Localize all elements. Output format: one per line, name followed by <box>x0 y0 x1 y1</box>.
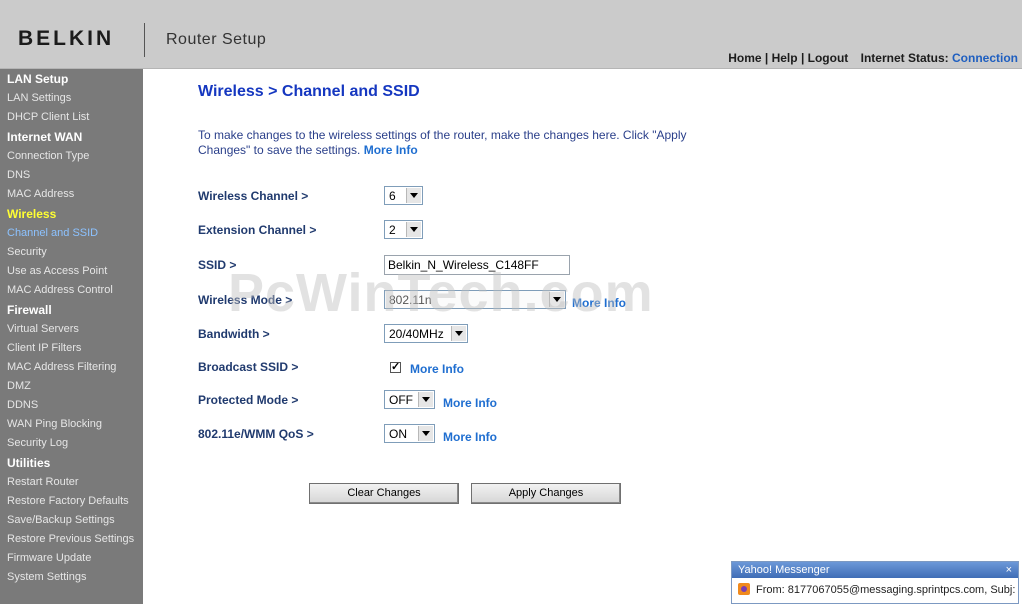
header-bar: BELKIN Router Setup Home | Help | Logout… <box>0 0 1022 69</box>
wireless-mode-label: Wireless Mode > <box>198 293 293 307</box>
wireless-mode-select[interactable]: 802.11n <box>384 290 566 309</box>
extension-channel-select[interactable]: 2 <box>384 220 423 239</box>
messenger-icon <box>738 583 750 595</box>
wireless-channel-select[interactable]: 6 <box>384 186 423 205</box>
sidebar-item-use-as-access-point[interactable]: Use as Access Point <box>7 265 107 277</box>
sidebar-item-restore-factory-defaults[interactable]: Restore Factory Defaults <box>7 495 129 507</box>
top-nav: Home | Help | Logout Internet Status: Co… <box>728 51 1018 65</box>
broadcast-ssid-checkbox[interactable] <box>390 360 401 373</box>
notification-message[interactable]: From: 8177067055@messaging.sprintpcs.com… <box>738 583 1015 596</box>
sidebar-section-lan-setup[interactable]: LAN Setup <box>7 72 68 86</box>
help-link[interactable]: Help <box>772 51 798 65</box>
sidebar-item-connection-type[interactable]: Connection Type <box>7 150 89 162</box>
sidebar-section-utilities[interactable]: Utilities <box>7 456 50 470</box>
broadcast-ssid-label: Broadcast SSID > <box>198 360 299 374</box>
sidebar-item-save-backup-settings[interactable]: Save/Backup Settings <box>7 514 115 526</box>
protected-mode-select[interactable]: OFF <box>384 390 435 409</box>
intro-text: To make changes to the wireless settings… <box>198 128 718 158</box>
sidebar-item-client-ip-filters[interactable]: Client IP Filters <box>7 342 81 354</box>
protected-mode-more-info-link[interactable]: More Info <box>443 396 497 410</box>
sidebar-item-mac-address-control[interactable]: MAC Address Control <box>7 284 113 296</box>
bandwidth-label: Bandwidth > <box>198 327 270 341</box>
belkin-logo: BELKIN <box>18 27 115 50</box>
wmm-qos-value: ON <box>389 427 407 441</box>
chevron-down-icon <box>451 326 466 341</box>
apply-changes-button[interactable]: Apply Changes <box>471 483 621 504</box>
sidebar: LAN Setup LAN Settings DHCP Client List … <box>0 69 143 604</box>
page-title: Wireless > Channel and SSID <box>198 83 420 100</box>
sidebar-item-security-log[interactable]: Security Log <box>7 437 68 449</box>
extension-channel-value: 2 <box>389 223 396 237</box>
sidebar-section-internet-wan[interactable]: Internet WAN <box>7 130 82 144</box>
wireless-channel-value: 6 <box>389 189 396 203</box>
sidebar-item-restore-previous-settings[interactable]: Restore Previous Settings <box>7 533 134 545</box>
wireless-mode-value: 802.11n <box>389 293 432 307</box>
protected-mode-value: OFF <box>389 393 413 407</box>
wireless-channel-label: Wireless Channel > <box>198 189 309 203</box>
sidebar-item-mac-address-filtering[interactable]: MAC Address Filtering <box>7 361 116 373</box>
intro-more-info-link[interactable]: More Info <box>364 143 418 157</box>
nav-separator: | <box>797 51 808 65</box>
sidebar-item-security[interactable]: Security <box>7 246 47 258</box>
sidebar-item-wan-ping-blocking[interactable]: WAN Ping Blocking <box>7 418 102 430</box>
bandwidth-value: 20/40MHz <box>389 327 444 341</box>
sidebar-item-firmware-update[interactable]: Firmware Update <box>7 552 91 564</box>
ssid-input[interactable]: Belkin_N_Wireless_C148FF <box>384 255 570 275</box>
home-link[interactable]: Home <box>728 51 761 65</box>
notification-text: From: 8177067055@messaging.sprintpcs.com… <box>756 584 1016 596</box>
wmm-qos-label: 802.11e/WMM QoS > <box>198 427 314 441</box>
wmm-qos-more-info-link[interactable]: More Info <box>443 430 497 444</box>
clear-changes-button[interactable]: Clear Changes <box>309 483 459 504</box>
logo-divider <box>144 23 145 57</box>
product-title: Router Setup <box>166 31 267 48</box>
sidebar-item-channel-and-ssid[interactable]: Channel and SSID <box>7 227 98 239</box>
sidebar-item-mac-address[interactable]: MAC Address <box>7 188 74 200</box>
internet-status-label: Internet Status: <box>860 51 949 65</box>
wireless-mode-more-info-link[interactable]: More Info <box>572 296 626 310</box>
extension-channel-label: Extension Channel > <box>198 223 317 237</box>
broadcast-ssid-more-info-link[interactable]: More Info <box>410 362 464 376</box>
internet-status-value[interactable]: Connection <box>952 51 1018 65</box>
protected-mode-label: Protected Mode > <box>198 393 299 407</box>
sidebar-item-virtual-servers[interactable]: Virtual Servers <box>7 323 79 335</box>
sidebar-item-dhcp-client-list[interactable]: DHCP Client List <box>7 111 89 123</box>
close-icon[interactable]: × <box>1006 562 1012 578</box>
sidebar-section-wireless[interactable]: Wireless <box>7 207 56 221</box>
main-content: Wireless > Channel and SSID To make chan… <box>143 69 1022 604</box>
sidebar-item-ddns[interactable]: DDNS <box>7 399 38 411</box>
notification-title: Yahoo! Messenger <box>732 562 1018 578</box>
ssid-label: SSID > <box>198 258 237 272</box>
yahoo-messenger-notification[interactable]: Yahoo! Messenger × From: 8177067055@mess… <box>731 561 1019 604</box>
chevron-down-icon <box>549 292 564 307</box>
sidebar-item-dns[interactable]: DNS <box>7 169 30 181</box>
sidebar-item-lan-settings[interactable]: LAN Settings <box>7 92 71 104</box>
sidebar-item-dmz[interactable]: DMZ <box>7 380 31 392</box>
logout-link[interactable]: Logout <box>808 51 849 65</box>
sidebar-item-restart-router[interactable]: Restart Router <box>7 476 79 488</box>
chevron-down-icon <box>406 222 421 237</box>
wmm-qos-select[interactable]: ON <box>384 424 435 443</box>
chevron-down-icon <box>418 426 433 441</box>
nav-separator: | <box>761 51 772 65</box>
chevron-down-icon <box>418 392 433 407</box>
intro-description: To make changes to the wireless settings… <box>198 128 687 157</box>
chevron-down-icon <box>406 188 421 203</box>
sidebar-item-system-settings[interactable]: System Settings <box>7 571 86 583</box>
sidebar-section-firewall[interactable]: Firewall <box>7 303 52 317</box>
bandwidth-select[interactable]: 20/40MHz <box>384 324 468 343</box>
